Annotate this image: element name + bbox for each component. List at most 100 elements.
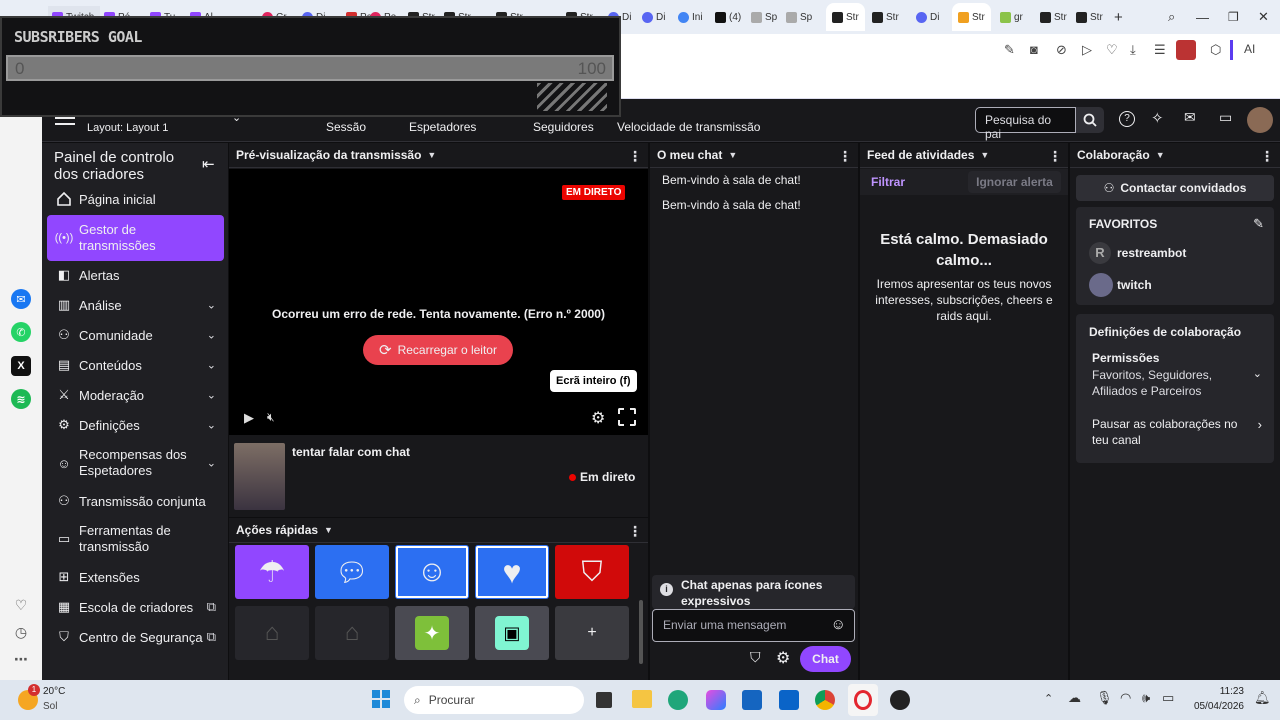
app-icon[interactable] — [890, 690, 910, 710]
microphone-icon[interactable]: 🎙︎ — [1096, 690, 1113, 706]
browser-tab[interactable]: Ini — [678, 8, 703, 26]
nav-item-analytics[interactable]: ▥ Análise ⌄ — [47, 294, 224, 316]
browser-tab[interactable]: gr — [1000, 8, 1023, 26]
taskbar-search[interactable]: ⌕ Procurar — [404, 686, 584, 714]
quick-action-empty[interactable]: ⌂ — [235, 606, 309, 660]
nav-item-community[interactable]: ⚇ Comunidade ⌄ — [47, 324, 224, 346]
browser-tab[interactable]: Sp — [751, 8, 777, 26]
download-icon[interactable]: ⤓ — [1130, 42, 1136, 58]
more-options-icon[interactable]: ⋮ — [628, 523, 642, 540]
play-icon[interactable]: ▶ — [244, 410, 254, 426]
whatsapp-icon[interactable]: ✆ — [11, 322, 31, 342]
favorite-user[interactable]: restreambot — [1117, 246, 1186, 260]
browser-tab[interactable]: Di — [642, 8, 665, 26]
reload-player-button[interactable]: ⟳ Recarregar o leitor — [363, 335, 513, 365]
chevron-down-icon[interactable]: ▼ — [980, 150, 989, 160]
quick-action-empty[interactable]: ⌂ — [315, 606, 389, 660]
spotify-icon[interactable]: ≋ — [11, 389, 31, 409]
nav-item-collab-stream[interactable]: ⚇ Transmissão conjunta — [47, 490, 224, 512]
settings-gear-icon[interactable]: ⚙ — [591, 408, 605, 428]
edit-pencil-icon[interactable]: ✎ — [1253, 216, 1264, 232]
x-icon[interactable]: X — [11, 356, 31, 376]
close-window-icon[interactable]: ✕ — [1258, 8, 1269, 26]
emote-picker-icon[interactable]: ☺ — [831, 616, 846, 633]
search-button[interactable] — [1076, 107, 1104, 133]
nav-item-safety-center[interactable]: ⛉ Centro de Segurança ⧉ — [47, 626, 224, 648]
browser-tab[interactable]: Str — [1040, 8, 1067, 26]
profile-avatar[interactable] — [1176, 40, 1196, 60]
nav-item-content[interactable]: ▤ Conteúdos ⌄ — [47, 354, 224, 376]
chevron-down-icon[interactable]: ⌄ — [1253, 367, 1262, 380]
nav-item-moderation[interactable]: ⚔ Moderação ⌄ — [47, 384, 224, 406]
browser-tab[interactable]: Str — [952, 3, 991, 31]
nav-item-alerts[interactable]: ◧ Alertas — [47, 264, 224, 286]
search-input[interactable]: Pesquisa do pai — [975, 107, 1076, 141]
chevron-down-icon[interactable]: ▼ — [427, 150, 436, 160]
chat-send-button[interactable]: Chat — [800, 646, 851, 672]
browser-tab[interactable]: Sp — [786, 8, 812, 26]
scrollbar[interactable] — [639, 600, 643, 664]
chrome-icon[interactable] — [815, 690, 835, 710]
new-tab-button[interactable]: + — [1114, 8, 1123, 26]
nav-item-stream-manager[interactable]: ((•)) Gestor de transmissões — [47, 215, 224, 261]
browser-tab[interactable]: Str — [1076, 8, 1103, 26]
quick-action-twitter[interactable]: ✦ — [395, 606, 469, 660]
browser-tab[interactable]: Str — [872, 8, 899, 26]
minimize-icon[interactable]: — — [1196, 8, 1209, 26]
help-icon[interactable]: ? — [1119, 111, 1135, 127]
permissions-value[interactable]: Favoritos, Seguidores, Afiliados e Parce… — [1092, 367, 1232, 399]
store-icon[interactable] — [779, 690, 799, 710]
edit-icon[interactable]: ✎ — [1004, 42, 1015, 58]
fullscreen-icon[interactable] — [618, 408, 636, 426]
heart-icon[interactable]: ♡ — [11, 595, 31, 615]
favorite-icon[interactable]: ♡ — [1106, 42, 1118, 58]
search-tabs-icon[interactable]: ⌕ — [1168, 8, 1175, 26]
outlook-icon[interactable] — [742, 690, 762, 710]
chat-input[interactable]: Enviar uma mensagem ☺ — [652, 609, 855, 642]
mute-icon[interactable]: 🔇︎ — [267, 410, 275, 425]
wifi-icon[interactable]: ◠ — [1120, 690, 1131, 706]
chevron-right-icon[interactable]: › — [1258, 417, 1262, 432]
notifications-icon[interactable]: 🔔︎ — [1254, 690, 1271, 706]
clock-time[interactable]: 11:23 — [1192, 686, 1244, 697]
nav-item-viewer-rewards[interactable]: ☺ Recompensas dos Espetadores ⌄ — [47, 445, 224, 481]
more-options-icon[interactable]: ⋮ — [1260, 148, 1274, 165]
block-icon[interactable]: ⊘ — [1056, 42, 1067, 58]
chevron-down-icon[interactable]: ▼ — [1156, 150, 1165, 160]
camera-icon[interactable]: ◙ — [1030, 42, 1038, 57]
nav-item-creator-camp[interactable]: ▦ Escola de criadores ⧉ — [47, 596, 224, 618]
volume-icon[interactable]: 🕪︎ — [1142, 690, 1150, 706]
quick-action-streamlabs[interactable]: ▣ — [475, 606, 549, 660]
filter-button[interactable]: Filtrar — [871, 175, 905, 189]
favorite-user[interactable]: twitch — [1117, 278, 1152, 292]
pause-collab-link[interactable]: Pausar as colaborações no teu canal — [1092, 416, 1242, 448]
chevron-up-icon[interactable]: ⌃ — [1044, 692, 1053, 705]
video-player[interactable]: EM DIRETO Ocorreu um erro de rede. Tenta… — [229, 169, 648, 435]
nav-item-stream-tools[interactable]: ▭ Ferramentas de transmissão — [47, 521, 224, 557]
add-quick-action-button[interactable]: + — [555, 606, 629, 660]
more-options-icon[interactable]: ⋮ — [1048, 148, 1062, 165]
quick-action-shield[interactable]: ⛉ — [555, 545, 629, 599]
nav-item-extensions[interactable]: ⊞ Extensões — [47, 566, 224, 588]
opera-taskbar-button[interactable] — [848, 684, 878, 716]
user-avatar[interactable] — [1247, 107, 1273, 133]
messenger-icon[interactable]: ✉ — [11, 289, 31, 309]
more-icon[interactable]: ⋯ — [11, 649, 31, 669]
quick-action-raid[interactable]: ☂ — [235, 545, 309, 599]
task-view-icon[interactable] — [596, 692, 612, 708]
chat-settings-icon[interactable]: ⚙ — [776, 648, 790, 668]
ai-button[interactable]: AI — [1244, 42, 1255, 56]
windows-start-icon[interactable] — [372, 690, 390, 708]
sparkle-icon[interactable]: ✧ — [1151, 109, 1164, 127]
edge-icon[interactable] — [668, 690, 688, 710]
maximize-icon[interactable]: ❐ — [1228, 8, 1239, 26]
ignore-alert-button[interactable]: Ignorar alerta — [968, 171, 1061, 193]
quick-action-chat[interactable]: 💬︎ — [315, 545, 389, 599]
clock-date[interactable]: 05/04/2026 — [1186, 701, 1244, 712]
extension-icon[interactable]: ⬡ — [1210, 42, 1221, 58]
contact-guests-button[interactable]: ⚇ Contactar convidados — [1076, 175, 1274, 201]
battery-icon[interactable]: ▭ — [1162, 690, 1174, 706]
mod-shield-icon[interactable]: ⛉ — [750, 649, 761, 666]
menu-icon[interactable]: ☰ — [1154, 42, 1166, 58]
whispers-icon[interactable]: ▭ — [1219, 109, 1232, 126]
